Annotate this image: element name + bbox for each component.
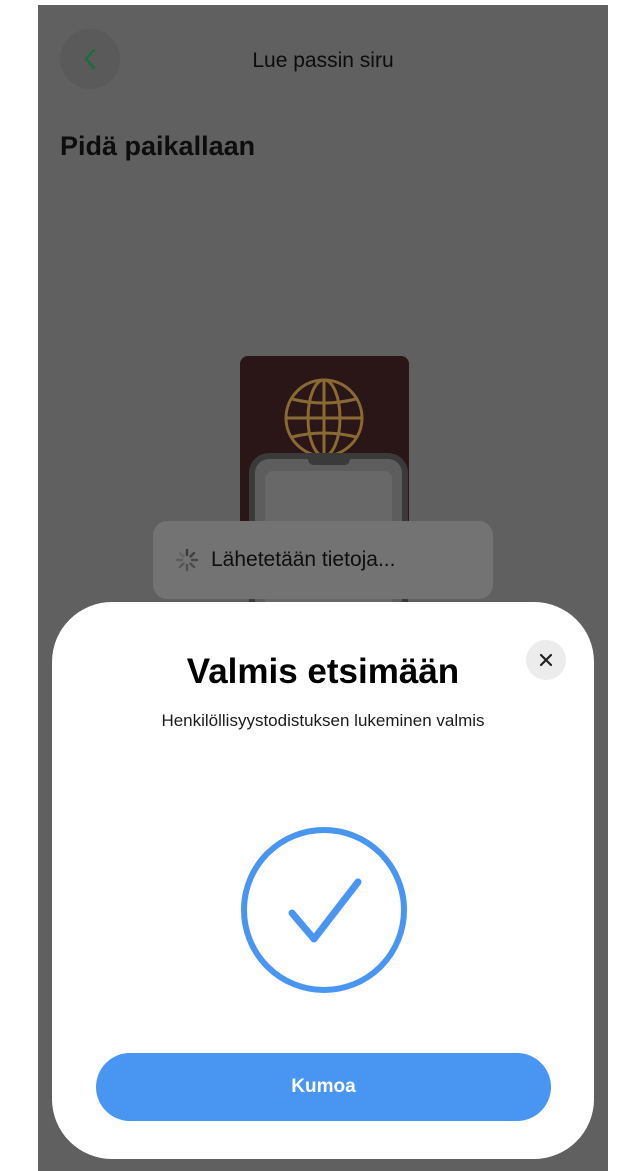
- sheet-subtitle: Henkilöllisyystodistuksen lukeminen valm…: [161, 711, 485, 730]
- status-toast: Lähetetään tietoja...: [153, 521, 493, 599]
- checkmark-circle-icon: [241, 827, 407, 993]
- screen: Lue passin siru Pidä paikallaan Lähetetä…: [38, 5, 608, 1171]
- spinner-icon: [175, 548, 199, 572]
- nfc-bottom-sheet: Valmis etsimään Henkilöllisyystodistukse…: [52, 602, 594, 1159]
- nav-title: Lue passin siru: [252, 49, 394, 72]
- passport-globe-icon: [284, 378, 364, 458]
- cancel-button[interactable]: Kumoa: [96, 1053, 551, 1121]
- phone-notch: [307, 457, 350, 465]
- toast-text: Lähetetään tietoja...: [211, 548, 396, 571]
- page-heading: Pidä paikallaan: [60, 131, 256, 161]
- sheet-title: Valmis etsimään: [186, 652, 460, 691]
